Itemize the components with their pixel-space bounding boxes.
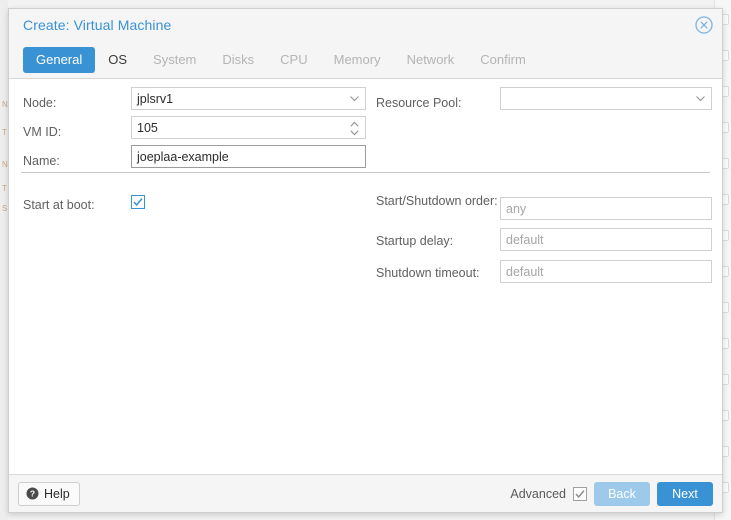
start-at-boot-label: Start at boot:: [23, 198, 95, 212]
resource-pool-select[interactable]: [500, 87, 712, 110]
advanced-label: Advanced: [510, 486, 566, 501]
create-vm-dialog: Create: Virtual Machine General OS System D…: [8, 8, 723, 513]
node-select[interactable]: jplsrv1: [131, 87, 366, 110]
backdrop-left-strip: [0, 0, 8, 520]
checkmark-icon: [133, 198, 143, 207]
start-shutdown-order-input[interactable]: any: [500, 197, 712, 220]
section-divider: [21, 172, 710, 173]
form-row-startup-delay: Startup delay: default: [9, 225, 722, 254]
background-text-hint: T: [2, 184, 7, 193]
tab-disks: Disks: [222, 52, 255, 67]
tab-os[interactable]: OS: [95, 47, 140, 73]
form-row-start-at-boot: Start at boot: Start/Shutdown order: any: [9, 189, 722, 223]
help-button[interactable]: ? Help: [18, 481, 80, 506]
back-button[interactable]: Back: [594, 481, 650, 506]
background-text-hint: N: [2, 160, 8, 169]
name-input[interactable]: joeplaa-example: [131, 145, 366, 168]
shutdown-timeout-label: Shutdown timeout:: [376, 266, 480, 280]
next-button[interactable]: Next: [657, 481, 713, 506]
checkmark-icon: [575, 489, 585, 498]
dialog-title: Create: Virtual Machine: [23, 17, 172, 33]
circle-x-icon[interactable]: [694, 15, 714, 35]
vmid-stepper[interactable]: 105: [131, 116, 366, 139]
tab-cpu: CPU: [280, 52, 308, 67]
shutdown-timeout-placeholder: default: [506, 264, 544, 279]
question-circle-icon: ?: [26, 487, 39, 500]
help-button-label: Help: [44, 486, 70, 501]
background-text-hint: N: [2, 100, 8, 109]
wizard-tabbar: General OS System Disks CPU Memory Network Conf…: [9, 42, 722, 79]
footer-actions: Advanced Back Next: [510, 481, 713, 506]
form-row-name: Name: joeplaa-example: [9, 145, 722, 174]
start-at-boot-checkbox[interactable]: [131, 195, 145, 209]
tab-network: Network: [406, 52, 455, 67]
tab-memory: Memory: [333, 52, 381, 67]
tab-confirm: Confirm: [480, 52, 526, 67]
shutdown-timeout-input[interactable]: default: [500, 260, 712, 283]
dialog-header: Create: Virtual Machine: [9, 9, 722, 42]
background-text-hint: T: [2, 128, 7, 137]
tab-system: System: [153, 52, 197, 67]
background-text-hint: S: [2, 204, 8, 213]
start-shutdown-order-placeholder: any: [506, 201, 527, 216]
tab-general[interactable]: General: [23, 47, 96, 73]
name-value: joeplaa-example: [137, 149, 229, 164]
startup-delay-label: Startup delay:: [376, 234, 454, 248]
form-row-shutdown-timeout: Shutdown timeout: default: [9, 257, 722, 286]
chevron-down-icon: [695, 93, 706, 104]
general-form: Node: jplsrv1 Resource Pool: VM ID: 105 …: [9, 79, 722, 286]
name-label: Name:: [23, 154, 60, 168]
chevron-down-icon: [349, 93, 360, 104]
startup-delay-placeholder: default: [506, 232, 544, 247]
vmid-label: VM ID:: [23, 125, 62, 139]
resource-pool-label: Resource Pool:: [376, 96, 462, 110]
spinner-arrows-icon[interactable]: [349, 120, 360, 137]
advanced-checkbox[interactable]: [573, 486, 587, 501]
form-row-node: Node: jplsrv1 Resource Pool:: [9, 87, 722, 116]
vmid-value: 105: [137, 120, 158, 135]
startup-delay-input[interactable]: default: [500, 228, 712, 251]
start-shutdown-order-label: Start/Shutdown order:: [376, 189, 500, 209]
node-value: jplsrv1: [137, 91, 174, 106]
dialog-body: Node: jplsrv1 Resource Pool: VM ID: 105 …: [9, 79, 722, 474]
form-row-vmid: VM ID: 105: [9, 116, 722, 145]
node-label: Node:: [23, 96, 57, 110]
start-shutdown-order-label-text: Start/Shutdown order:: [376, 194, 498, 208]
svg-text:?: ?: [30, 489, 35, 499]
dialog-footer: ? Help Advanced Back Next: [9, 474, 722, 512]
